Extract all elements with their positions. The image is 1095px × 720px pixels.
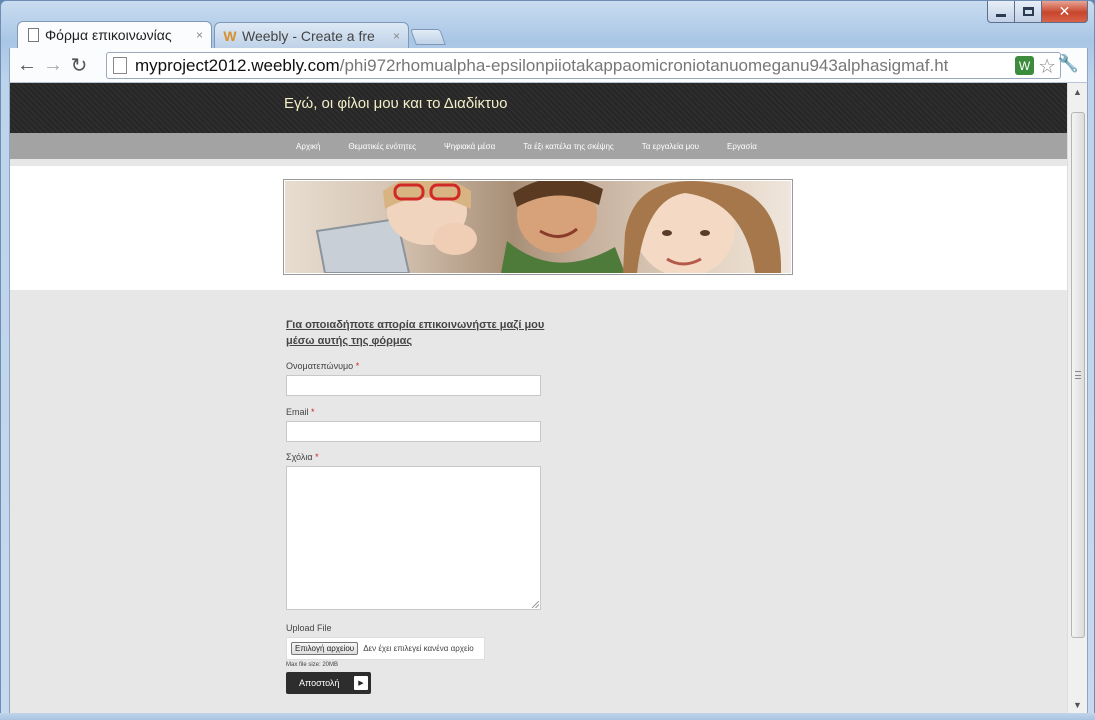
tab-contact-form[interactable]: Φόρμα επικοινωνίας × (17, 21, 212, 48)
nav-item-assignment[interactable]: Εργασία (727, 142, 757, 151)
tab-title: Φόρμα επικοινωνίας (45, 27, 172, 43)
file-upload[interactable]: Επιλογή αρχείου Δεν έχει επιλεγεί κανένα… (286, 637, 485, 660)
banner-image (283, 179, 793, 275)
maximize-icon (1022, 7, 1034, 16)
browser-window: ✕ Φόρμα επικοινωνίας × W Weebly - Create… (0, 0, 1095, 720)
submit-button[interactable]: Αποστολή ▶ (286, 672, 371, 694)
address-bar[interactable]: myproject2012.weebly.com /phi972rhomualp… (106, 52, 1061, 79)
back-arrow-icon: ← (17, 53, 37, 76)
max-file-size: Max file size: 20MB (286, 662, 339, 668)
extension-icon[interactable]: W (1015, 56, 1034, 75)
kids-photo (315, 181, 782, 273)
nav-item-topics[interactable]: Θεματικές ενότητες (348, 142, 416, 151)
vertical-scrollbar[interactable]: ▲ ▼ (1067, 83, 1087, 713)
url-host: myproject2012.weebly.com (135, 55, 340, 75)
forward-arrow-icon: → (43, 53, 63, 76)
email-label: Email * (286, 407, 315, 417)
choose-file-button[interactable]: Επιλογή αρχείου (291, 642, 359, 655)
page-icon (113, 57, 127, 74)
minimize-button[interactable] (987, 1, 1015, 23)
tab-weebly[interactable]: W Weebly - Create a fre × (214, 22, 409, 48)
maximize-button[interactable] (1015, 1, 1042, 23)
scroll-down-icon[interactable]: ▼ (1068, 696, 1087, 713)
name-field[interactable] (286, 375, 541, 396)
window-bottom-frame (0, 713, 1095, 720)
weebly-w-icon: W (223, 27, 237, 44)
new-tab-button[interactable] (410, 29, 446, 45)
file-status: Δεν έχει επιλεγεί κανένα αρχείο (363, 644, 474, 653)
nav-item-home[interactable]: Αρχική (296, 142, 320, 151)
tab-close-icon[interactable]: × (393, 29, 400, 43)
minimize-icon (996, 13, 1006, 17)
url-path: /phi972rhomualpha-epsilonpiiotakappaomic… (339, 55, 949, 75)
required-mark: * (311, 407, 315, 417)
tab-strip: Φόρμα επικοινωνίας × W Weebly - Create a… (17, 21, 446, 48)
tab-title: Weebly - Create a fre (242, 27, 375, 44)
reload-icon: ↻ (70, 54, 88, 77)
nav-item-my-tools[interactable]: Τα εργαλεία μου (642, 142, 699, 151)
comments-label: Σχόλια * (286, 452, 319, 462)
nav-item-six-hats[interactable]: Τα έξι καπέλα της σκέψης (523, 142, 614, 151)
play-arrow-icon: ▶ (354, 676, 368, 690)
comments-textarea[interactable] (286, 466, 541, 610)
window-controls: ✕ (987, 1, 1088, 23)
close-window-button[interactable]: ✕ (1042, 1, 1088, 23)
tab-close-icon[interactable]: × (196, 28, 203, 42)
contact-form: Για οποιαδήποτε απορία επικοινωνήστε μαζ… (286, 317, 586, 694)
required-mark: * (315, 452, 319, 462)
resize-grip-icon[interactable] (532, 601, 539, 608)
required-mark: * (355, 361, 360, 371)
scroll-up-icon[interactable]: ▲ (1068, 83, 1087, 100)
back-button[interactable]: ← (14, 52, 40, 78)
site-header: Εγώ, οι φίλοι μου και το Διαδίκτυο (10, 83, 1068, 133)
scroll-thumb[interactable] (1071, 112, 1085, 638)
reload-button[interactable]: ↻ (66, 52, 92, 78)
submit-label: Αποστολή (299, 678, 340, 688)
upload-label: Upload File (286, 623, 332, 633)
forward-button[interactable]: → (40, 52, 66, 78)
name-label: Ονοματεπώνυμο * (286, 361, 360, 371)
site-nav: Αρχική Θεματικές ενότητες Ψηφιακά μέσα Τ… (10, 133, 1068, 159)
form-heading: Για οποιαδήποτε απορία επικοινωνήστε μαζ… (286, 319, 545, 347)
site-title[interactable]: Εγώ, οι φίλοι μου και το Διαδίκτυο (284, 95, 507, 112)
bookmark-star-icon[interactable]: ☆ (1038, 54, 1056, 79)
browser-toolbar: ← → ↻ myproject2012.weebly.com /phi972rh… (9, 48, 1088, 82)
nav-item-digital-media[interactable]: Ψηφιακά μέσα (444, 142, 495, 151)
page-icon (26, 28, 40, 42)
page-viewport: Εγώ, οι φίλοι μου και το Διαδίκτυο Αρχικ… (9, 82, 1088, 714)
wrench-menu-icon[interactable]: 🔧 (1058, 54, 1079, 74)
close-icon: ✕ (1058, 3, 1071, 19)
grip-icon (1075, 371, 1081, 379)
email-field[interactable] (286, 421, 541, 442)
